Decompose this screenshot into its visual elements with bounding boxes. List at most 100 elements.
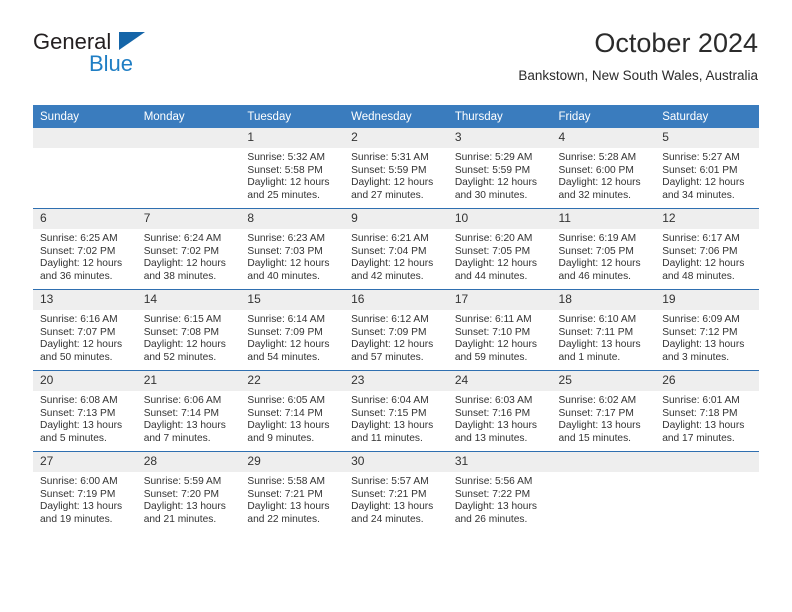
- sunset-text: Sunset: 7:05 PM: [558, 245, 634, 257]
- day-cell[interactable]: 13 Sunrise: 6:16 AM Sunset: 7:07 PM Dayl…: [33, 289, 137, 371]
- day-cell[interactable]: 1 Sunrise: 5:32 AM Sunset: 5:58 PM Dayli…: [240, 128, 345, 209]
- daylight-text: Daylight: 13 hours and 13 minutes.: [454, 420, 537, 444]
- sunrise-text: Sunrise: 6:08 AM: [40, 395, 118, 406]
- sunrise-sunset-calendar: Sunday Monday Tuesday Wednesday Thursday…: [33, 105, 759, 532]
- day-cell[interactable]: 16 Sunrise: 6:12 AM Sunset: 7:09 PM Dayl…: [344, 289, 448, 371]
- daylight-text: Daylight: 12 hours and 48 minutes.: [662, 258, 745, 282]
- day-cell[interactable]: 25 Sunrise: 6:02 AM Sunset: 7:17 PM Dayl…: [551, 370, 656, 452]
- sunrise-text: Sunrise: 5:29 AM: [454, 152, 533, 163]
- sunrise-text: Sunrise: 6:09 AM: [662, 314, 740, 325]
- sunrise-text: Sunrise: 5:59 AM: [143, 476, 222, 487]
- general-blue-logo[interactable]: General Blue: [33, 30, 163, 80]
- day-details: Sunrise: 5:56 AM Sunset: 7:22 PM Dayligh…: [448, 472, 552, 526]
- daylight-text: Daylight: 13 hours and 26 minutes.: [454, 501, 537, 525]
- sunrise-text: Sunrise: 6:21 AM: [351, 233, 429, 244]
- daylight-text: Daylight: 12 hours and 54 minutes.: [247, 339, 330, 363]
- day-cell[interactable]: 7 Sunrise: 6:24 AM Sunset: 7:02 PM Dayli…: [136, 208, 241, 290]
- day-details: Sunrise: 6:15 AM Sunset: 7:08 PM Dayligh…: [137, 310, 241, 364]
- day-cell[interactable]: [551, 451, 656, 532]
- day-number: 23: [344, 371, 448, 391]
- day-details: Sunrise: 6:17 AM Sunset: 7:06 PM Dayligh…: [655, 229, 759, 283]
- day-details: Sunrise: 5:57 AM Sunset: 7:21 PM Dayligh…: [344, 472, 448, 526]
- daylight-text: Daylight: 12 hours and 50 minutes.: [40, 339, 123, 363]
- day-cell[interactable]: 23 Sunrise: 6:04 AM Sunset: 7:15 PM Dayl…: [344, 370, 448, 452]
- day-number: 28: [136, 452, 241, 472]
- day-cell[interactable]: 3 Sunrise: 5:29 AM Sunset: 5:59 PM Dayli…: [447, 128, 552, 209]
- day-number: [33, 128, 137, 148]
- day-cell[interactable]: 28 Sunrise: 5:59 AM Sunset: 7:20 PM Dayl…: [136, 451, 241, 532]
- day-cell[interactable]: 10 Sunrise: 6:20 AM Sunset: 7:05 PM Dayl…: [447, 208, 552, 290]
- day-number: 29: [240, 452, 345, 472]
- day-cell[interactable]: 18 Sunrise: 6:10 AM Sunset: 7:11 PM Dayl…: [551, 289, 656, 371]
- day-cell[interactable]: 12 Sunrise: 6:17 AM Sunset: 7:06 PM Dayl…: [655, 208, 759, 290]
- day-cell[interactable]: [136, 128, 241, 209]
- sunrise-text: Sunrise: 5:56 AM: [454, 476, 533, 487]
- sunrise-text: Sunrise: 5:32 AM: [247, 152, 325, 163]
- day-cell[interactable]: 31 Sunrise: 5:56 AM Sunset: 7:22 PM Dayl…: [447, 451, 552, 532]
- sunset-text: Sunset: 7:02 PM: [40, 245, 116, 257]
- day-details: Sunrise: 6:12 AM Sunset: 7:09 PM Dayligh…: [344, 310, 448, 364]
- day-cell[interactable]: 2 Sunrise: 5:31 AM Sunset: 5:59 PM Dayli…: [344, 128, 448, 209]
- sunrise-text: Sunrise: 6:17 AM: [662, 233, 740, 244]
- day-cell[interactable]: 9 Sunrise: 6:21 AM Sunset: 7:04 PM Dayli…: [344, 208, 448, 290]
- day-cell[interactable]: 22 Sunrise: 6:05 AM Sunset: 7:14 PM Dayl…: [240, 370, 345, 452]
- day-details: Sunrise: 6:06 AM Sunset: 7:14 PM Dayligh…: [137, 391, 241, 445]
- daylight-text: Daylight: 13 hours and 17 minutes.: [662, 420, 745, 444]
- day-number: 18: [551, 290, 656, 310]
- day-number: 8: [240, 209, 345, 229]
- day-cell[interactable]: 27 Sunrise: 6:00 AM Sunset: 7:19 PM Dayl…: [33, 451, 137, 532]
- sunrise-text: Sunrise: 5:27 AM: [662, 152, 740, 163]
- day-number: 21: [136, 371, 241, 391]
- sunrise-text: Sunrise: 6:25 AM: [40, 233, 118, 244]
- day-cell[interactable]: 17 Sunrise: 6:11 AM Sunset: 7:10 PM Dayl…: [447, 289, 552, 371]
- sunrise-text: Sunrise: 6:05 AM: [247, 395, 325, 406]
- sunset-text: Sunset: 7:20 PM: [143, 488, 220, 500]
- sunrise-text: Sunrise: 6:19 AM: [558, 233, 637, 244]
- day-details: Sunrise: 6:10 AM Sunset: 7:11 PM Dayligh…: [552, 310, 656, 364]
- sunrise-text: Sunrise: 6:02 AM: [558, 395, 637, 406]
- day-number: 20: [33, 371, 137, 391]
- daylight-text: Daylight: 13 hours and 7 minutes.: [143, 420, 226, 444]
- sunset-text: Sunset: 7:19 PM: [40, 488, 116, 500]
- day-cell[interactable]: 30 Sunrise: 5:57 AM Sunset: 7:21 PM Dayl…: [344, 451, 448, 532]
- daylight-text: Daylight: 13 hours and 3 minutes.: [662, 339, 745, 363]
- day-details: Sunrise: 6:21 AM Sunset: 7:04 PM Dayligh…: [344, 229, 448, 283]
- day-number: 7: [136, 209, 241, 229]
- day-cell[interactable]: 11 Sunrise: 6:19 AM Sunset: 7:05 PM Dayl…: [551, 208, 656, 290]
- day-details: [552, 472, 656, 476]
- day-cell[interactable]: 6 Sunrise: 6:25 AM Sunset: 7:02 PM Dayli…: [33, 208, 137, 290]
- day-cell[interactable]: 4 Sunrise: 5:28 AM Sunset: 6:00 PM Dayli…: [551, 128, 656, 209]
- day-cell[interactable]: 5 Sunrise: 5:27 AM Sunset: 6:01 PM Dayli…: [655, 128, 759, 209]
- day-cell[interactable]: 29 Sunrise: 5:58 AM Sunset: 7:21 PM Dayl…: [240, 451, 345, 532]
- daylight-text: Daylight: 12 hours and 32 minutes.: [558, 177, 641, 201]
- day-cell[interactable]: 21 Sunrise: 6:06 AM Sunset: 7:14 PM Dayl…: [136, 370, 241, 452]
- sunset-text: Sunset: 7:22 PM: [454, 488, 531, 500]
- day-cell[interactable]: 14 Sunrise: 6:15 AM Sunset: 7:08 PM Dayl…: [136, 289, 241, 371]
- day-details: Sunrise: 6:02 AM Sunset: 7:17 PM Dayligh…: [552, 391, 656, 445]
- sunrise-text: Sunrise: 6:06 AM: [143, 395, 222, 406]
- location-subtitle: Bankstown, New South Wales, Australia: [518, 68, 758, 83]
- sunset-text: Sunset: 7:18 PM: [662, 407, 738, 419]
- day-cell[interactable]: [655, 451, 759, 532]
- calendar-week-row: 27 Sunrise: 6:00 AM Sunset: 7:19 PM Dayl…: [33, 451, 759, 532]
- day-details: Sunrise: 5:27 AM Sunset: 6:01 PM Dayligh…: [655, 148, 759, 202]
- day-cell[interactable]: 8 Sunrise: 6:23 AM Sunset: 7:03 PM Dayli…: [240, 208, 345, 290]
- day-number: 12: [655, 209, 759, 229]
- day-details: Sunrise: 6:05 AM Sunset: 7:14 PM Dayligh…: [240, 391, 344, 445]
- day-cell[interactable]: 15 Sunrise: 6:14 AM Sunset: 7:09 PM Dayl…: [240, 289, 345, 371]
- day-details: [33, 148, 137, 152]
- calendar-page: General Blue October 2024 Bankstown, New…: [0, 0, 792, 612]
- weekday-header-row: Sunday Monday Tuesday Wednesday Thursday…: [33, 105, 759, 128]
- sunset-text: Sunset: 7:05 PM: [454, 245, 531, 257]
- day-cell[interactable]: 24 Sunrise: 6:03 AM Sunset: 7:16 PM Dayl…: [447, 370, 552, 452]
- day-cell[interactable]: 26 Sunrise: 6:01 AM Sunset: 7:18 PM Dayl…: [655, 370, 759, 452]
- day-cell[interactable]: 19 Sunrise: 6:09 AM Sunset: 7:12 PM Dayl…: [655, 289, 759, 371]
- sunset-text: Sunset: 7:10 PM: [454, 326, 531, 338]
- daylight-text: Daylight: 12 hours and 57 minutes.: [351, 339, 434, 363]
- daylight-text: Daylight: 12 hours and 59 minutes.: [454, 339, 537, 363]
- day-details: Sunrise: 6:03 AM Sunset: 7:16 PM Dayligh…: [448, 391, 552, 445]
- sunrise-text: Sunrise: 5:58 AM: [247, 476, 325, 487]
- day-cell[interactable]: 20 Sunrise: 6:08 AM Sunset: 7:13 PM Dayl…: [33, 370, 137, 452]
- day-number: [551, 452, 656, 472]
- day-cell[interactable]: [33, 128, 137, 209]
